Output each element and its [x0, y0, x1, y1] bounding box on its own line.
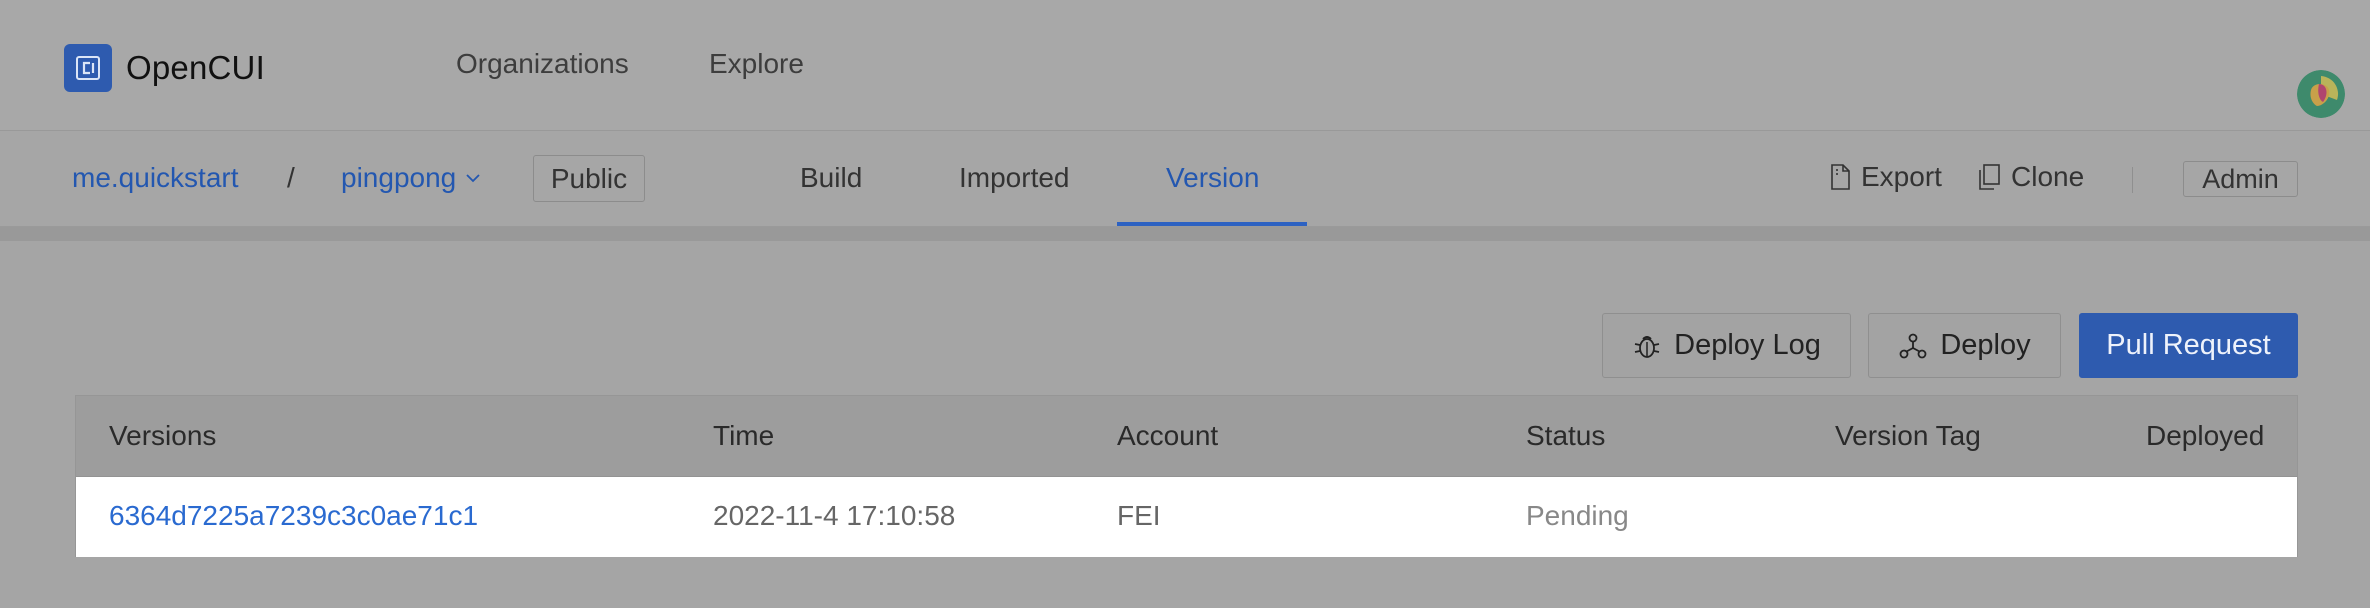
breadcrumb-separator: /	[287, 162, 295, 193]
column-header-version-tag: Version Tag	[1835, 420, 1981, 451]
deploy-label: Deploy	[1940, 329, 2031, 361]
column-header-time: Time	[713, 420, 775, 451]
deploy-button[interactable]: Deploy	[1868, 313, 2061, 378]
tab-imported[interactable]: Imported	[959, 162, 1070, 194]
versions-table: Versions Time Account Status Version Tag…	[75, 395, 2298, 557]
version-hash-link[interactable]: 6364d7225a7239c3c0ae71c1	[109, 500, 478, 532]
version-status: Pending	[1526, 500, 1629, 531]
nav-explore[interactable]: Explore	[709, 48, 804, 80]
deploy-log-button[interactable]: Deploy Log	[1602, 313, 1851, 378]
admin-button[interactable]: Admin	[2183, 161, 2298, 197]
column-header-versions: Versions	[109, 420, 217, 451]
network-icon	[1899, 333, 1927, 358]
deploy-log-label: Deploy Log	[1674, 329, 1821, 361]
project-subnav: me.quickstart / pingpong Public Build Im…	[0, 131, 2370, 227]
project-name: pingpong	[341, 162, 457, 193]
export-label: Export	[1861, 161, 1942, 192]
brand-name: OpenCUI	[126, 49, 265, 86]
table-row: 6364d7225a7239c3c0ae71c1 2022-11-4 17:10…	[76, 477, 2297, 557]
breadcrumb-org[interactable]: me.quickstart	[72, 162, 239, 194]
column-header-status: Status	[1526, 420, 1606, 451]
clone-label: Clone	[2011, 161, 2085, 192]
clone-button[interactable]: Clone	[1977, 161, 2084, 193]
table-header: Versions Time Account Status Version Tag…	[76, 396, 2297, 477]
version-time: 2022-11-4 17:10:58	[713, 500, 956, 531]
file-icon	[1831, 164, 1850, 190]
copy-icon	[1979, 164, 2000, 190]
visibility-badge: Public	[533, 155, 645, 202]
tab-build[interactable]: Build	[800, 162, 862, 194]
column-header-deployed: Deployed	[2146, 420, 2265, 451]
opencui-logo-icon	[64, 44, 112, 92]
user-avatar[interactable]	[2297, 70, 2345, 118]
pull-request-button[interactable]: Pull Request	[2079, 313, 2298, 378]
top-header: OpenCUI Organizations Explore	[0, 0, 2370, 131]
bug-icon	[1634, 335, 1660, 358]
chevron-down-icon	[466, 174, 480, 183]
divider	[2132, 167, 2133, 193]
active-tab-indicator	[1117, 222, 1307, 226]
brand-logo[interactable]: OpenCUI	[64, 44, 265, 92]
tab-version[interactable]: Version	[1166, 162, 1259, 194]
version-account: FEI	[1117, 500, 1161, 531]
project-selector[interactable]: pingpong	[341, 162, 482, 194]
column-header-account: Account	[1117, 420, 1219, 451]
subnav-shadow	[0, 227, 2370, 241]
export-button[interactable]: Export	[1829, 161, 1942, 193]
nav-organizations[interactable]: Organizations	[456, 48, 629, 80]
